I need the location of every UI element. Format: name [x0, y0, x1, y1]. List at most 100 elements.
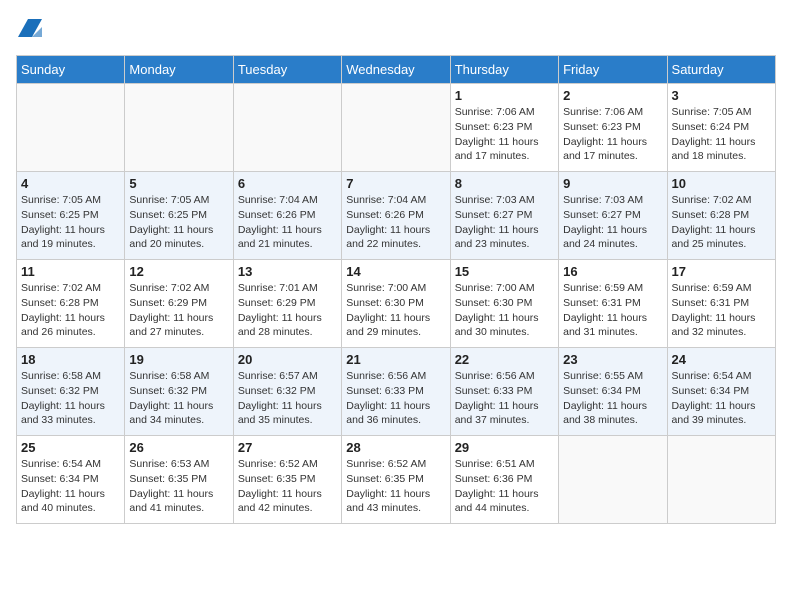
calendar-week-row: 11 Sunrise: 7:02 AM Sunset: 6:28 PM Dayli… [17, 260, 776, 348]
calendar-day-cell: 16 Sunrise: 6:59 AM Sunset: 6:31 PM Dayli… [559, 260, 667, 348]
calendar-week-row: 4 Sunrise: 7:05 AM Sunset: 6:25 PM Daylig… [17, 172, 776, 260]
calendar-day-cell: 28Sunrise: 6:52 AM Sunset: 6:35 PM Dayli… [342, 436, 450, 524]
day-number: 18 [21, 352, 120, 367]
day-number: 17 [672, 264, 771, 279]
calendar-day-header: Tuesday [233, 56, 341, 84]
day-info: Sunrise: 7:03 AM Sunset: 6:27 PM Dayligh… [455, 193, 554, 252]
day-number: 22 [455, 352, 554, 367]
day-number: 5 [129, 176, 228, 191]
calendar-day-cell: 10 Sunrise: 7:02 AM Sunset: 6:28 PM Dayli… [667, 172, 775, 260]
calendar-header-row: SundayMondayTuesdayWednesdayThursdayFrid… [17, 56, 776, 84]
calendar-day-header: Friday [559, 56, 667, 84]
page-header [16, 16, 776, 45]
calendar-day-cell: 18 Sunrise: 6:58 AM Sunset: 6:32 PM Dayli… [17, 348, 125, 436]
calendar-day-cell: 11 Sunrise: 7:02 AM Sunset: 6:28 PM Dayli… [17, 260, 125, 348]
calendar-day-cell: 2 Sunrise: 7:06 AM Sunset: 6:23 PM Daylig… [559, 84, 667, 172]
calendar-day-cell: 22 Sunrise: 6:56 AM Sunset: 6:33 PM Dayli… [450, 348, 558, 436]
day-info: Sunrise: 7:00 AM Sunset: 6:30 PM Dayligh… [455, 281, 554, 340]
day-info: Sunrise: 6:54 AM Sunset: 6:34 PM Dayligh… [672, 369, 771, 428]
calendar-day-cell: 9 Sunrise: 7:03 AM Sunset: 6:27 PM Daylig… [559, 172, 667, 260]
day-info: Sunrise: 7:01 AM Sunset: 6:29 PM Dayligh… [238, 281, 337, 340]
day-number: 27 [238, 440, 337, 455]
day-info: Sunrise: 7:02 AM Sunset: 6:28 PM Dayligh… [672, 193, 771, 252]
day-number: 10 [672, 176, 771, 191]
calendar-day-cell [17, 84, 125, 172]
day-info: Sunrise: 6:55 AM Sunset: 6:34 PM Dayligh… [563, 369, 662, 428]
day-info: Sunrise: 7:05 AM Sunset: 6:25 PM Dayligh… [21, 193, 120, 252]
calendar-day-cell: 8 Sunrise: 7:03 AM Sunset: 6:27 PM Daylig… [450, 172, 558, 260]
day-info: Sunrise: 7:02 AM Sunset: 6:29 PM Dayligh… [129, 281, 228, 340]
day-info: Sunrise: 6:54 AM Sunset: 6:34 PM Dayligh… [21, 457, 120, 516]
day-number: 21 [346, 352, 445, 367]
day-info: Sunrise: 7:04 AM Sunset: 6:26 PM Dayligh… [346, 193, 445, 252]
day-number: 14 [346, 264, 445, 279]
day-number: 7 [346, 176, 445, 191]
day-info: Sunrise: 6:52 AM Sunset: 6:35 PM Dayligh… [238, 457, 337, 516]
calendar-week-row: 25 Sunrise: 6:54 AM Sunset: 6:34 PM Dayli… [17, 436, 776, 524]
day-info: Sunrise: 7:03 AM Sunset: 6:27 PM Dayligh… [563, 193, 662, 252]
calendar-day-cell: 15 Sunrise: 7:00 AM Sunset: 6:30 PM Dayli… [450, 260, 558, 348]
day-number: 16 [563, 264, 662, 279]
day-number: 19 [129, 352, 228, 367]
day-number: 13 [238, 264, 337, 279]
day-info: Sunrise: 7:02 AM Sunset: 6:28 PM Dayligh… [21, 281, 120, 340]
calendar-day-header: Saturday [667, 56, 775, 84]
calendar-day-cell: 19 Sunrise: 6:58 AM Sunset: 6:32 PM Dayli… [125, 348, 233, 436]
calendar-day-cell: 4 Sunrise: 7:05 AM Sunset: 6:25 PM Daylig… [17, 172, 125, 260]
day-info: Sunrise: 6:58 AM Sunset: 6:32 PM Dayligh… [21, 369, 120, 428]
day-info: Sunrise: 7:06 AM Sunset: 6:23 PM Dayligh… [455, 105, 554, 164]
calendar-day-cell: 21 Sunrise: 6:56 AM Sunset: 6:33 PM Dayli… [342, 348, 450, 436]
calendar-week-row: 18 Sunrise: 6:58 AM Sunset: 6:32 PM Dayli… [17, 348, 776, 436]
day-number: 1 [455, 88, 554, 103]
calendar-day-cell: 27 Sunrise: 6:52 AM Sunset: 6:35 PM Dayli… [233, 436, 341, 524]
calendar-day-header: Monday [125, 56, 233, 84]
day-number: 29 [455, 440, 554, 455]
calendar-day-cell [559, 436, 667, 524]
day-info: Sunrise: 7:05 AM Sunset: 6:24 PM Dayligh… [672, 105, 771, 164]
day-info: Sunrise: 6:58 AM Sunset: 6:32 PM Dayligh… [129, 369, 228, 428]
day-number: 8 [455, 176, 554, 191]
day-info: Sunrise: 6:57 AM Sunset: 6:32 PM Dayligh… [238, 369, 337, 428]
day-number: 28 [346, 440, 445, 455]
day-number: 20 [238, 352, 337, 367]
calendar-day-cell: 3 Sunrise: 7:05 AM Sunset: 6:24 PM Daylig… [667, 84, 775, 172]
calendar-day-cell [125, 84, 233, 172]
day-number: 11 [21, 264, 120, 279]
day-number: 15 [455, 264, 554, 279]
day-number: 2 [563, 88, 662, 103]
day-number: 4 [21, 176, 120, 191]
day-number: 12 [129, 264, 228, 279]
calendar-week-row: 1 Sunrise: 7:06 AM Sunset: 6:23 PM Daylig… [17, 84, 776, 172]
calendar-day-cell: 25 Sunrise: 6:54 AM Sunset: 6:34 PM Dayli… [17, 436, 125, 524]
day-info: Sunrise: 7:04 AM Sunset: 6:26 PM Dayligh… [238, 193, 337, 252]
calendar-day-cell: 7 Sunrise: 7:04 AM Sunset: 6:26 PM Daylig… [342, 172, 450, 260]
calendar-day-cell: 12 Sunrise: 7:02 AM Sunset: 6:29 PM Dayli… [125, 260, 233, 348]
calendar-day-header: Sunday [17, 56, 125, 84]
logo [16, 16, 42, 45]
day-info: Sunrise: 6:59 AM Sunset: 6:31 PM Dayligh… [672, 281, 771, 340]
day-number: 23 [563, 352, 662, 367]
calendar-day-cell: 23 Sunrise: 6:55 AM Sunset: 6:34 PM Dayli… [559, 348, 667, 436]
day-info: Sunrise: 7:05 AM Sunset: 6:25 PM Dayligh… [129, 193, 228, 252]
day-number: 9 [563, 176, 662, 191]
calendar-day-cell: 26Sunrise: 6:53 AM Sunset: 6:35 PM Dayli… [125, 436, 233, 524]
logo-icon [18, 16, 42, 40]
calendar-day-header: Wednesday [342, 56, 450, 84]
day-number: 26 [129, 440, 228, 455]
day-number: 3 [672, 88, 771, 103]
calendar-day-cell: 17 Sunrise: 6:59 AM Sunset: 6:31 PM Dayli… [667, 260, 775, 348]
calendar-day-cell: 29 Sunrise: 6:51 AM Sunset: 6:36 PM Dayli… [450, 436, 558, 524]
calendar-day-cell: 5 Sunrise: 7:05 AM Sunset: 6:25 PM Daylig… [125, 172, 233, 260]
calendar-day-cell [667, 436, 775, 524]
day-number: 25 [21, 440, 120, 455]
calendar-day-cell: 20 Sunrise: 6:57 AM Sunset: 6:32 PM Dayli… [233, 348, 341, 436]
day-number: 6 [238, 176, 337, 191]
day-number: 24 [672, 352, 771, 367]
calendar-day-cell: 1 Sunrise: 7:06 AM Sunset: 6:23 PM Daylig… [450, 84, 558, 172]
day-info: Sunrise: 6:51 AM Sunset: 6:36 PM Dayligh… [455, 457, 554, 516]
day-info: Sunrise: 7:06 AM Sunset: 6:23 PM Dayligh… [563, 105, 662, 164]
day-info: Sunrise: 6:56 AM Sunset: 6:33 PM Dayligh… [455, 369, 554, 428]
day-info: Sunrise: 6:56 AM Sunset: 6:33 PM Dayligh… [346, 369, 445, 428]
calendar-day-cell: 13 Sunrise: 7:01 AM Sunset: 6:29 PM Dayli… [233, 260, 341, 348]
day-info: Sunrise: 6:59 AM Sunset: 6:31 PM Dayligh… [563, 281, 662, 340]
